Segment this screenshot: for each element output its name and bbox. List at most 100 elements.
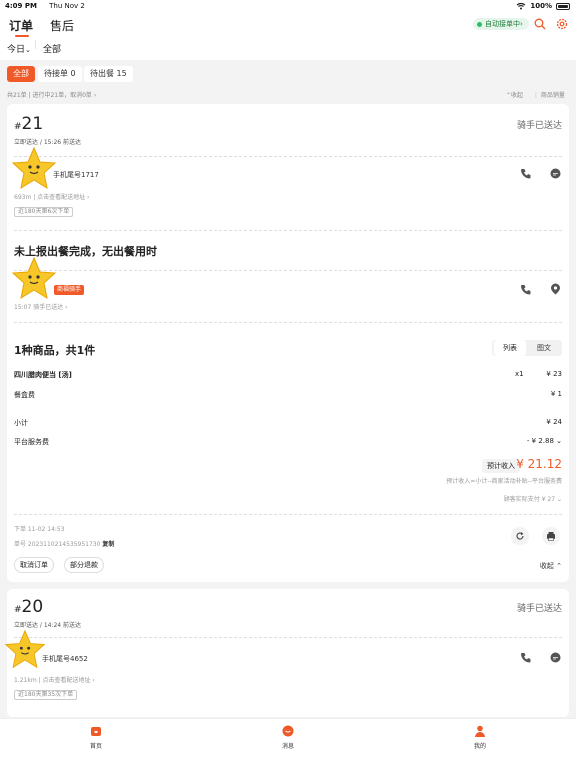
divider bbox=[14, 270, 562, 271]
divider bbox=[14, 637, 562, 638]
summary-collapse[interactable]: ⌃收起 bbox=[506, 90, 523, 99]
phone-icon[interactable] bbox=[520, 652, 531, 663]
view-image-button[interactable]: 图文 bbox=[528, 340, 560, 356]
platform-fee-value[interactable]: - ¥ 2.88 ⌄ bbox=[527, 437, 562, 445]
rider-type-tag: 商福骑手 bbox=[54, 285, 85, 295]
tab-messages-label: 消息 bbox=[281, 743, 294, 750]
divider bbox=[14, 156, 562, 157]
subtotal-label: 小计 bbox=[14, 419, 28, 427]
tab-orders[interactable]: 订单 bbox=[9, 17, 33, 34]
divider bbox=[14, 514, 562, 515]
estimated-income-label: 预计收入 bbox=[482, 459, 520, 473]
box-fee-value: ¥ 1 bbox=[550, 390, 562, 398]
order-number-value: 20 bbox=[21, 597, 44, 617]
message-icon bbox=[282, 725, 294, 737]
home-icon bbox=[91, 727, 101, 736]
status-date: Thu Nov 2 bbox=[49, 2, 85, 10]
subtotal-value: ¥ 24 bbox=[546, 418, 562, 426]
wifi-icon bbox=[516, 2, 526, 10]
summary-counts[interactable]: 共21单 | 进行中21单，取消0单 › bbox=[7, 90, 96, 99]
print-button[interactable] bbox=[542, 527, 560, 545]
order-hash: # bbox=[14, 605, 22, 615]
order-card-20: #20 骑手已送达 立即送达 / 14:24 前送达 手机尾号4652 1.21… bbox=[4, 589, 569, 717]
status-time: 4:09 PM bbox=[5, 2, 37, 10]
battery-icon bbox=[556, 2, 570, 10]
order-hash: # bbox=[14, 122, 22, 132]
order-status: 骑手已送达 bbox=[516, 121, 562, 131]
order-status: 骑手已送达 bbox=[516, 604, 562, 614]
order-card-21: #21 骑手已送达 立即送达 / 15:26 前送达 手机尾号1717 693m… bbox=[7, 104, 569, 582]
collapse-button[interactable]: 收起 ⌃ bbox=[540, 561, 562, 571]
day-filter-label: 今日 bbox=[7, 45, 26, 55]
order-summary: 共21单 | 进行中21单，取消0单 › ⌃收起 ⋮ 商品销量 bbox=[0, 86, 576, 102]
order-number: #20 bbox=[14, 597, 43, 617]
rider-phone-icon[interactable] bbox=[520, 284, 531, 295]
order-number: #21 bbox=[14, 114, 43, 134]
status-bar: 4:09 PM Thu Nov 2 100% bbox=[0, 0, 576, 12]
customer-paid[interactable]: 顾客实际支付 ¥ 27 ⌄ bbox=[504, 494, 562, 503]
order-history-tag: 近180天第35次下单 bbox=[14, 690, 78, 700]
customer-phone-tail: 手机尾号1717 bbox=[53, 171, 99, 179]
tab-profile[interactable]: 我的 bbox=[460, 725, 500, 750]
divider bbox=[14, 230, 562, 231]
view-list-button[interactable]: 列表 bbox=[494, 340, 526, 356]
gear-icon[interactable] bbox=[556, 18, 568, 30]
order-serial: 单号 2023110214535951730 复制 bbox=[14, 539, 114, 548]
status-chips: 全部 待接单 0 待出餐 15 bbox=[0, 60, 576, 86]
tab-profile-label: 我的 bbox=[473, 743, 486, 750]
tab-active-indicator bbox=[15, 35, 29, 37]
view-toggle: 列表 图文 bbox=[492, 340, 562, 356]
item-price: ¥ 23 bbox=[546, 370, 562, 378]
filter-divider: | bbox=[34, 40, 38, 50]
scope-filter[interactable]: 全部 bbox=[43, 42, 61, 55]
printer-icon bbox=[547, 532, 555, 541]
item-name: 四川腊肉便当 [汤] bbox=[14, 371, 72, 379]
search-icon[interactable] bbox=[534, 18, 546, 30]
tab-messages[interactable]: 消息 bbox=[268, 725, 308, 750]
platform-fee-label: 平台服务费 bbox=[14, 438, 49, 446]
tab-home[interactable]: 首页 bbox=[76, 725, 116, 750]
chip-pending-meal[interactable]: 待出餐 15 bbox=[84, 66, 133, 82]
chip-pending-accept[interactable]: 待接单 0 bbox=[38, 66, 82, 82]
chat-icon[interactable] bbox=[550, 652, 561, 663]
rider-status-time[interactable]: 15:07 骑手已送达 › bbox=[14, 302, 68, 311]
avatar-star-icon bbox=[11, 146, 57, 190]
copy-button[interactable]: 复制 bbox=[102, 541, 114, 548]
order-placed-time: 下单 11-02 14:53 bbox=[14, 526, 65, 533]
customer-distance[interactable]: 1.21km | 点击查看配送地址 › bbox=[14, 675, 95, 684]
partial-refund-button[interactable]: 部分退款 bbox=[64, 557, 104, 573]
tab-home-label: 首页 bbox=[89, 743, 102, 750]
chat-icon[interactable] bbox=[550, 168, 561, 179]
auto-accept-label: 自动接单中 bbox=[485, 20, 520, 28]
day-filter-arrow: ⌄ bbox=[25, 46, 31, 54]
auto-accept-arrow: › bbox=[520, 20, 523, 28]
phone-icon[interactable] bbox=[520, 168, 531, 179]
battery-percent: 100% bbox=[530, 2, 552, 10]
status-time-date: 4:09 PM Thu Nov 2 bbox=[5, 2, 85, 10]
items-summary-title: 1种商品，共1件 bbox=[14, 344, 96, 357]
item-qty: x1 bbox=[515, 370, 524, 378]
avatar-star-icon bbox=[4, 629, 46, 669]
order-number-value: 21 bbox=[21, 114, 44, 134]
refresh-button[interactable] bbox=[511, 527, 529, 545]
delivery-time: 立即送达 / 14:24 前送达 bbox=[14, 622, 82, 629]
customer-distance[interactable]: 693m | 点击查看配送地址 › bbox=[14, 192, 89, 201]
tab-after-sales[interactable]: 售后 bbox=[50, 17, 74, 34]
estimated-income-formula: 预计收入=小计--商家活动补贴--平台服务费 bbox=[446, 478, 562, 485]
order-history-tag: 近180天第6次下单 bbox=[14, 207, 74, 217]
refresh-icon bbox=[516, 532, 524, 540]
bottom-tab-bar: 首页 消息 我的 bbox=[0, 718, 576, 768]
day-filter[interactable]: 今日⌄ bbox=[7, 42, 31, 55]
estimated-income-value: ¥ 21.12 bbox=[516, 457, 562, 471]
summary-product-sales[interactable]: ⋮ 商品销量 bbox=[533, 90, 565, 99]
filter-bar: 今日⌄ | 全部 bbox=[0, 38, 576, 60]
delivery-time: 立即送达 / 15:26 前送达 bbox=[14, 139, 82, 146]
box-fee-label: 餐盒费 bbox=[14, 391, 35, 399]
cancel-order-button[interactable]: 取消订单 bbox=[14, 557, 54, 573]
rider-star-icon bbox=[11, 256, 57, 300]
chip-all[interactable]: 全部 bbox=[7, 66, 35, 82]
user-icon bbox=[475, 725, 485, 737]
customer-phone-tail: 手机尾号4652 bbox=[42, 655, 88, 663]
auto-accept-badge[interactable]: 自动接单中› bbox=[473, 18, 529, 30]
location-pin-icon[interactable] bbox=[550, 283, 561, 295]
